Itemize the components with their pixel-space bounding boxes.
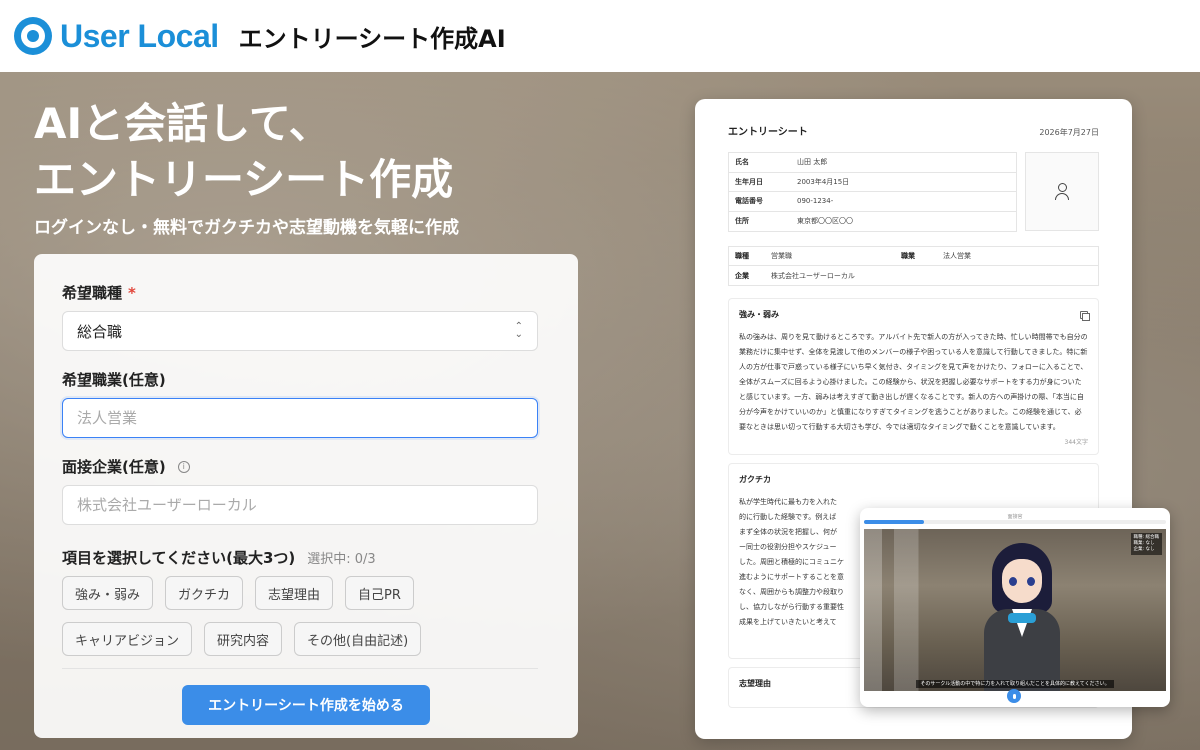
required-mark: *: [128, 283, 136, 302]
hero-subtitle: ログインなし・無料でガクチカや志望動機を気軽に作成: [34, 218, 459, 238]
video-info-line: 企業: なし: [1133, 547, 1155, 552]
hero-title-line1: AIと会話して、: [34, 99, 331, 148]
gakuchika-line: まず全体の状況を把握し、何が: [739, 528, 837, 536]
avatar-eye: [1009, 577, 1017, 586]
job-row: 職種 営業職 職業 法人営業: [729, 247, 1098, 266]
job-key: 職種: [735, 252, 749, 260]
avatar-eye: [1027, 577, 1035, 586]
gakuchika-line: なく、周囲からも調整力や段取り: [739, 588, 844, 596]
copy-icon[interactable]: [1080, 310, 1090, 321]
company-label-text: 面接企業(任意): [62, 458, 166, 476]
profile-value: 2003年4月15日: [797, 177, 850, 186]
person-icon: [1054, 182, 1070, 201]
profile-row: 電話番号 090-1234-: [729, 192, 1016, 212]
job-value: 営業職: [771, 252, 792, 260]
profile-value: 山田 太郎: [797, 158, 828, 167]
gakuchika-line: 成果を上げていきたいと考えて: [739, 618, 837, 626]
profile-section: 氏名 山田 太郎 生年月日 2003年4月15日 電話番号 090-1234- 住所 東…: [728, 152, 1099, 232]
interview-progress-fill: [864, 520, 925, 524]
motivation-title: 志望理由: [739, 679, 771, 688]
chip-other[interactable]: その他(自由記述): [294, 622, 422, 656]
app-title: エントリーシート作成AI: [238, 24, 506, 53]
gakuchika-line: し、協力しながら行動する重要性: [739, 603, 844, 611]
avatar-interviewer: [982, 543, 1062, 691]
user-local-logo[interactable]: User Local: [14, 17, 219, 55]
profile-key: 氏名: [735, 158, 749, 167]
strengths-section: 強み・弱み 私の強みは、周りを見て動けるところです。アルバイト先で新人の方が入っ…: [728, 298, 1099, 455]
sheet-date: 2026年7月27日: [1039, 128, 1099, 137]
video-top-label: 面接官: [1007, 514, 1023, 520]
items-label-text: 項目を選択してください(最大3つ): [62, 549, 296, 567]
gakuchika-line: ー同士の役割分担やスケジュー: [739, 543, 837, 551]
company-key: 企業: [735, 271, 749, 280]
company-label: 面接企業(任意) i: [62, 456, 550, 477]
interview-progress-bar: [864, 520, 1166, 524]
avatar-ribbon: [1008, 613, 1036, 623]
items-label: 項目を選択してください(最大3つ) 選択中: 0/3: [62, 547, 550, 568]
profile-row: 生年月日 2003年4月15日: [729, 173, 1016, 192]
ai-interviewer-video-card: 面接官 職種: 総合職 職業: なし 企業: なし そのサークル活動の中で特に力…: [860, 508, 1170, 707]
app-header: User Local エントリーシート作成AI: [0, 0, 1200, 72]
start-entry-sheet-button[interactable]: エントリーシート作成を始める: [182, 685, 430, 725]
info-icon[interactable]: i: [177, 460, 190, 473]
mic-button[interactable]: [1007, 689, 1021, 703]
gakuchika-line: した。周囲と積極的にコミュニケ: [739, 558, 844, 566]
char-count: 344文字: [1064, 439, 1088, 446]
chip-motivation[interactable]: 志望理由: [255, 576, 334, 610]
profile-value: 東京都〇〇区〇〇: [797, 217, 853, 226]
form-divider: [62, 668, 538, 669]
chip-strengths[interactable]: 強み・弱み: [62, 576, 154, 610]
occupation-key: 職業: [901, 252, 915, 260]
occupation-label: 希望職業(任意): [62, 369, 550, 390]
job-type-label-text: 希望職種: [62, 284, 123, 302]
gakuchika-line: 私が学生時代に最も力を入れた: [739, 498, 837, 506]
interviewer-video: 職種: 総合職 職業: なし 企業: なし そのサークル活動の中で特に力を入れて…: [864, 529, 1166, 691]
hero-title-line2: エントリーシート作成: [34, 155, 454, 204]
hero-title: AIと会話して、 エントリーシート作成: [34, 96, 453, 208]
logo-text: User Local: [60, 17, 219, 54]
video-info-box: 職種: 総合職 職業: なし 企業: なし: [1130, 533, 1162, 555]
selection-count: 選択中: 0/3: [307, 552, 376, 567]
company-value: 株式会社ユーザーローカル: [771, 271, 855, 280]
logo-mark-icon: [14, 17, 52, 55]
chip-gakuchika[interactable]: ガクチカ: [165, 576, 244, 610]
photo-placeholder: [1025, 152, 1099, 231]
job-type-selected-value: 総合職: [77, 322, 123, 341]
video-subtitle-text: そのサークル活動の中で特に力を入れて取り組んだことを具体的に教えてください。: [916, 680, 1114, 688]
job-type-label: 希望職種 *: [62, 282, 550, 303]
profile-value: 090-1234-: [797, 197, 834, 206]
chip-research[interactable]: 研究内容: [204, 622, 283, 656]
gakuchika-header: ガクチカ: [739, 474, 1088, 485]
video-subtitle: そのサークル活動の中で特に力を入れて取り組んだことを具体的に教えてください。: [864, 680, 1166, 688]
profile-row: 氏名 山田 太郎: [729, 153, 1016, 173]
occupation-value: 法人営業: [943, 252, 971, 260]
gakuchika-line: 的に行動した経験です。例えば: [739, 513, 837, 521]
job-table: 職種 営業職 職業 法人営業 企業 株式会社ユーザーローカル: [728, 246, 1099, 286]
chip-self-pr[interactable]: 自己PR: [345, 576, 414, 610]
chip-career-vision[interactable]: キャリアビジョン: [62, 622, 193, 656]
profile-key: 住所: [735, 217, 749, 226]
profile-key: 電話番号: [735, 197, 763, 206]
job-type-select[interactable]: 総合職 ⌃ ⌄: [62, 311, 538, 351]
occupation-input[interactable]: [62, 398, 538, 438]
profile-key: 生年月日: [735, 177, 763, 186]
company-input[interactable]: [62, 485, 538, 525]
profile-row: 住所 東京都〇〇区〇〇: [729, 212, 1016, 232]
company-row: 企業 株式会社ユーザーローカル: [729, 266, 1098, 285]
chevron-updown-icon: ⌃ ⌄: [514, 321, 523, 340]
strengths-body: 私の強みは、周りを見て動けるところです。アルバイト先で新人の方が入ってきた時、忙…: [739, 333, 1088, 431]
strengths-header: 強み・弱み: [739, 309, 1090, 321]
avatar-face: [1002, 559, 1042, 603]
occupation-label-text: 希望職業(任意): [62, 371, 166, 389]
gakuchika-body: 私が学生時代に最も力を入れた 的に行動した経験です。例えば まず全体の状況を把握…: [739, 495, 869, 630]
item-chips-row2: キャリアビジョン 研究内容 その他(自由記述): [62, 622, 550, 656]
gakuchika-title: ガクチカ: [739, 475, 771, 484]
sheet-title: エントリーシート: [728, 127, 808, 138]
sheet-header: エントリーシート 2026年7月27日: [728, 123, 1099, 138]
entry-form-card: 希望職種 * 総合職 ⌃⌄ 希望職業(任意) 面接企業(任意) i 項目を選択し…: [34, 254, 578, 738]
gakuchika-line: 進むようにサポートすることを意: [739, 573, 844, 581]
profile-table: 氏名 山田 太郎 生年月日 2003年4月15日 電話番号 090-1234- 住所 東…: [728, 152, 1017, 232]
item-chips-row1: 強み・弱み ガクチカ 志望理由 自己PR: [62, 576, 550, 610]
strengths-title: 強み・弱み: [739, 310, 779, 319]
